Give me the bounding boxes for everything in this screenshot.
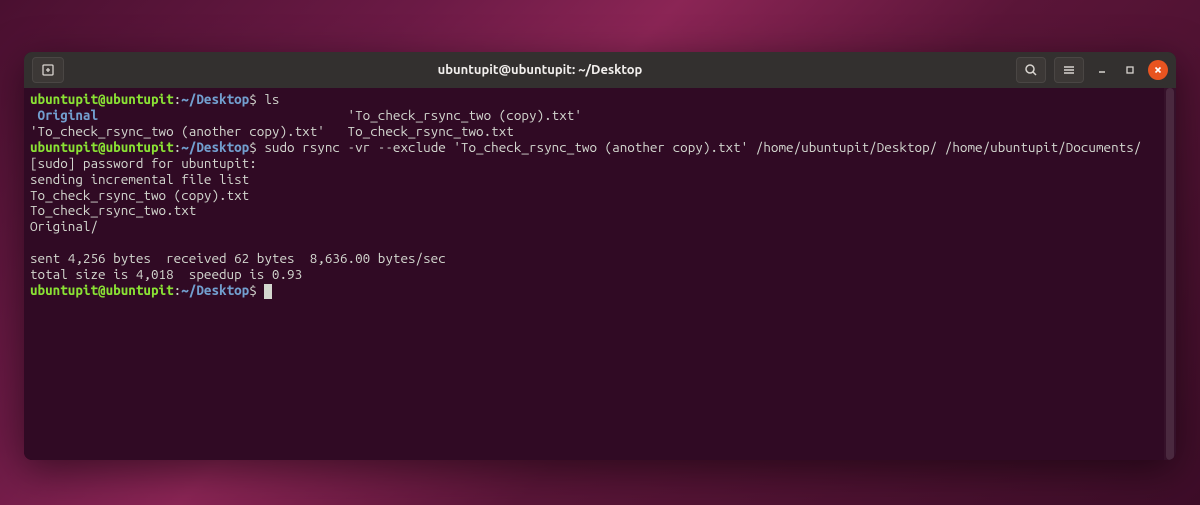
out-sudo: [sudo] password for ubuntupit: xyxy=(30,155,257,171)
hamburger-icon xyxy=(1062,63,1076,77)
prompt-dollar: $ xyxy=(249,91,257,107)
prompt-path: ~/Desktop xyxy=(181,91,249,107)
prompt-user: ubuntupit@ubuntupit xyxy=(30,91,174,107)
ls-dir-original: Original xyxy=(30,107,98,123)
out-file-2: To_check_rsync_two.txt xyxy=(30,202,196,218)
close-icon xyxy=(1153,65,1163,75)
search-icon xyxy=(1024,63,1038,77)
out-dir: Original/ xyxy=(30,218,98,234)
new-tab-icon xyxy=(41,63,55,77)
minimize-icon xyxy=(1097,65,1107,75)
out-sent: sent 4,256 bytes received 62 bytes 8,636… xyxy=(30,250,446,266)
terminal-body[interactable]: ubuntupit@ubuntupit:~/Desktop$ ls Origin… xyxy=(24,88,1176,460)
maximize-button[interactable] xyxy=(1120,60,1140,80)
minimize-button[interactable] xyxy=(1092,60,1112,80)
out-file-1: To_check_rsync_two (copy).txt xyxy=(30,187,249,203)
titlebar-right xyxy=(1016,57,1168,83)
prompt-user-3: ubuntupit@ubuntupit xyxy=(30,282,174,298)
window-title: ubuntupit@ubuntupit: ~/Desktop xyxy=(64,63,1016,77)
prompt-path-3: ~/Desktop xyxy=(181,282,249,298)
titlebar-left xyxy=(32,57,64,83)
ls-line-2: 'To_check_rsync_two (another copy).txt' … xyxy=(30,123,514,139)
new-tab-button[interactable] xyxy=(32,57,64,83)
prompt-user-2: ubuntupit@ubuntupit xyxy=(30,139,174,155)
maximize-icon xyxy=(1125,65,1135,75)
titlebar: ubuntupit@ubuntupit: ~/Desktop xyxy=(24,52,1176,88)
out-sending: sending incremental file list xyxy=(30,171,249,187)
terminal-window: ubuntupit@ubuntupit: ~/Desktop xyxy=(24,52,1176,460)
prompt-dollar-3: $ xyxy=(249,282,257,298)
cmd-ls: ls xyxy=(257,91,280,107)
scrollbar-thumb[interactable] xyxy=(1166,88,1174,460)
ls-file-1: 'To_check_rsync_two (copy).txt' xyxy=(98,107,582,123)
search-button[interactable] xyxy=(1016,57,1046,83)
out-total: total size is 4,018 speedup is 0.93 xyxy=(30,266,302,282)
cursor xyxy=(264,284,272,299)
cmd-rsync: sudo rsync -vr --exclude 'To_check_rsync… xyxy=(257,139,1142,155)
close-button[interactable] xyxy=(1148,60,1168,80)
prompt-dollar-2: $ xyxy=(249,139,257,155)
menu-button[interactable] xyxy=(1054,57,1084,83)
prompt-path-2: ~/Desktop xyxy=(181,139,249,155)
scrollbar[interactable] xyxy=(1164,88,1176,460)
